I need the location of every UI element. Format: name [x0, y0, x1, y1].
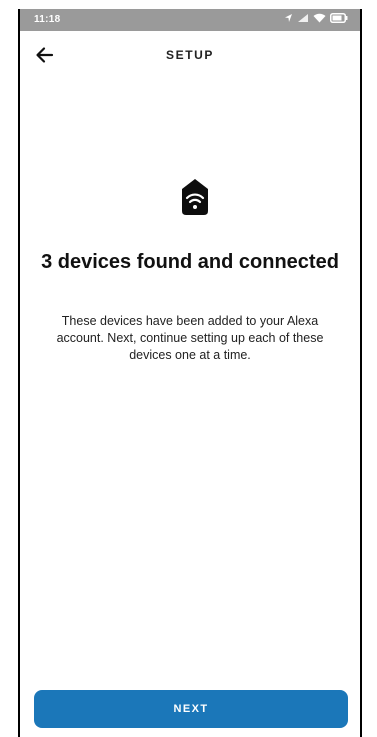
header: SETUP: [20, 31, 360, 79]
location-icon: [284, 13, 293, 23]
description-text: These devices have been added to your Al…: [56, 314, 324, 362]
devices-found-heading: 3 devices found and connected: [41, 251, 339, 273]
smart-home-hub-icon: [180, 177, 210, 217]
next-button[interactable]: NEXT: [34, 690, 348, 728]
page-title: SETUP: [165, 48, 214, 62]
status-icons: [284, 13, 348, 23]
status-time: 11:18: [34, 14, 61, 25]
app-screen: 11:18 SETUP 3 devices found and connecte…: [18, 9, 362, 737]
battery-icon: [330, 13, 348, 23]
wifi-icon: [313, 13, 326, 23]
status-bar: 11:18: [20, 9, 360, 31]
signal-icon: [297, 13, 309, 23]
